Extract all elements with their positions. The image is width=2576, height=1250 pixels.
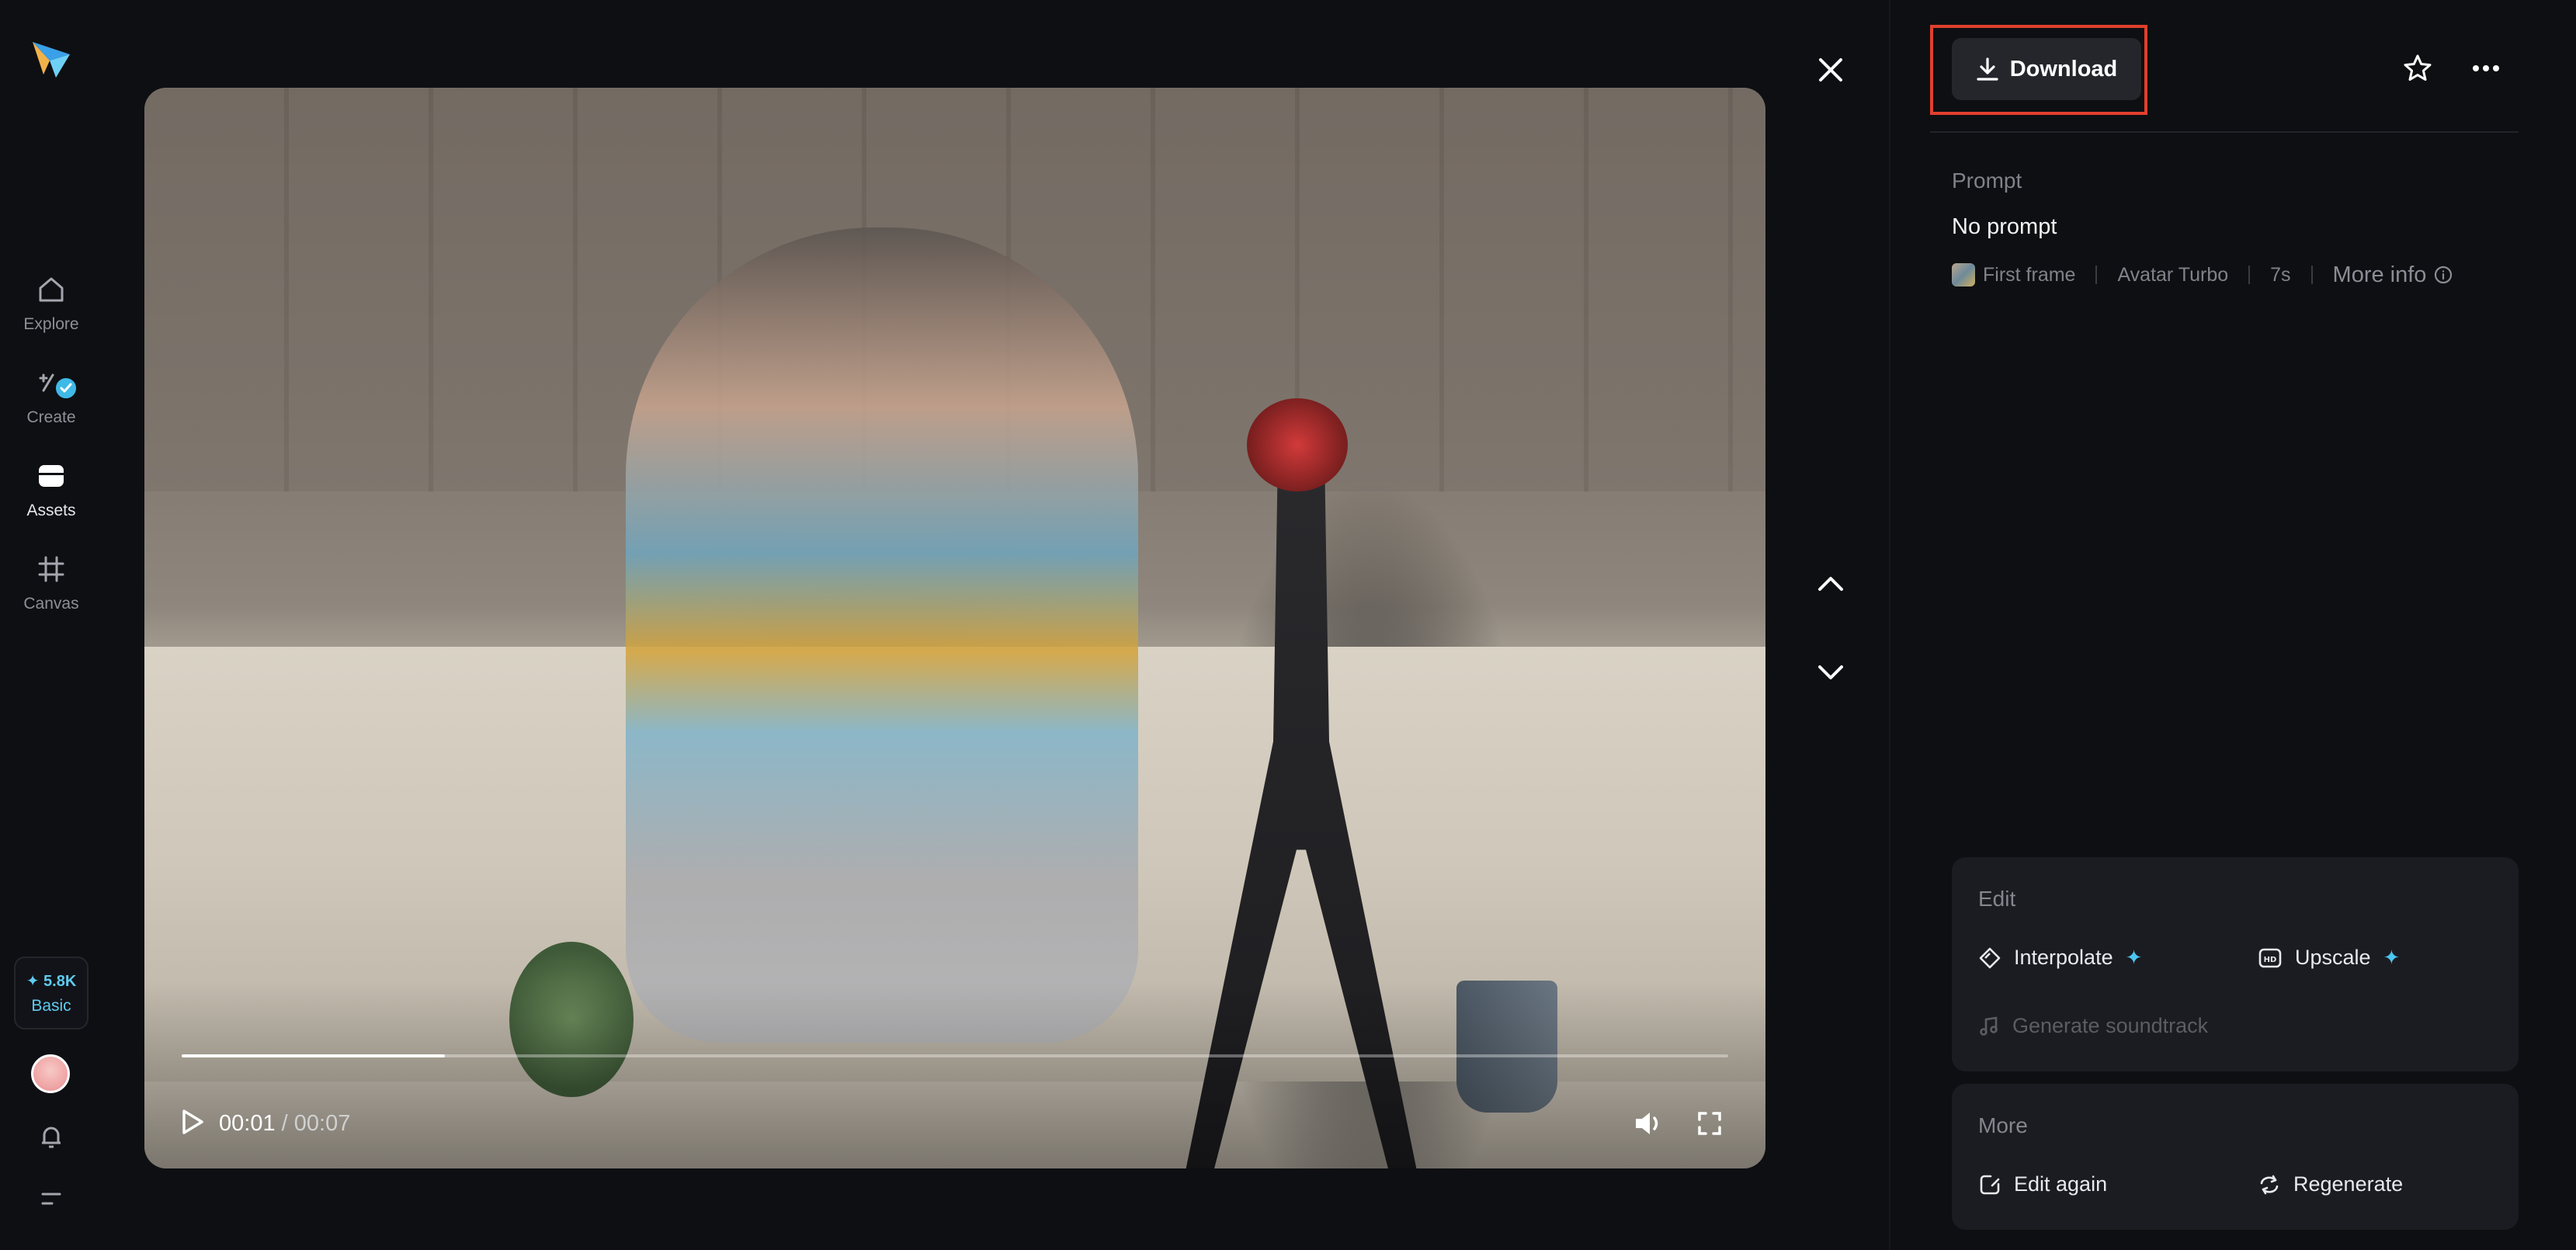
video-frame-mic (1247, 398, 1348, 491)
create-icon (33, 365, 78, 401)
close-button[interactable] (1809, 48, 1852, 92)
more-info-link[interactable]: More info (2333, 262, 2453, 288)
close-icon (1819, 58, 1842, 82)
video-player[interactable]: 00:01 / 00:07 (144, 88, 1765, 1168)
more-section-title: More (1978, 1113, 2028, 1137)
app-root: Explore Create Assets Canvas ✦ 5.8K Basi… (0, 0, 2576, 1250)
fullscreen-icon (1698, 1112, 1721, 1135)
check-badge-icon (54, 376, 78, 401)
bell-icon[interactable] (34, 1120, 68, 1154)
download-button[interactable]: Download (1952, 38, 2141, 100)
sidebar-item-explore[interactable]: Explore (0, 272, 102, 349)
panel-divider (1889, 0, 1890, 1250)
credits-amount: ✦ 5.8K (26, 972, 77, 990)
duration-label: 7s (2270, 263, 2291, 286)
edit-again-button[interactable]: Edit again (1978, 1172, 2107, 1196)
sidebar-item-label: Explore (23, 315, 79, 333)
header-divider (1930, 131, 2519, 133)
download-icon (1977, 57, 1998, 81)
model-label: Avatar Turbo (2117, 263, 2229, 286)
menu-icon[interactable] (34, 1182, 68, 1216)
upscale-button[interactable]: HD Upscale ✦ (2258, 946, 2400, 970)
more-card: More Edit again Regenerate (1952, 1084, 2519, 1230)
sidebar-item-label: Create (26, 408, 76, 426)
interpolate-icon (1979, 947, 2001, 968)
interpolate-button[interactable]: Interpolate ✦ (1978, 946, 2142, 970)
previous-item-button[interactable] (1809, 562, 1852, 606)
edit-again-icon (1980, 1175, 2000, 1194)
sidebar-item-canvas[interactable]: Canvas (0, 551, 102, 629)
regenerate-icon (2260, 1175, 2279, 1194)
first-frame-label: First frame (1983, 263, 2076, 286)
logo-icon[interactable] (30, 37, 73, 81)
ellipsis-icon (2473, 65, 2499, 71)
sidebar-item-create[interactable]: Create (0, 365, 102, 443)
video-timestamp: 00:01 / 00:07 (219, 1111, 350, 1137)
metadata-row: First frame Avatar Turbo 7s More info (1952, 261, 2453, 289)
generate-soundtrack-label: Generate soundtrack (2012, 1014, 2209, 1037)
volume-icon (1636, 1113, 1658, 1134)
svg-text:HD: HD (2264, 956, 2277, 964)
music-note-icon (1980, 1016, 1998, 1036)
interpolate-label: Interpolate (2014, 946, 2113, 969)
volume-button[interactable] (1630, 1106, 1668, 1141)
chevron-up-icon (1818, 577, 1843, 591)
current-time: 00:01 (219, 1111, 276, 1136)
download-label: Download (2009, 56, 2118, 82)
info-icon (2435, 266, 2453, 284)
video-frame-subject (626, 227, 1138, 1043)
left-sidebar: Explore Create Assets Canvas ✦ 5.8K Basi… (0, 0, 102, 1250)
fullscreen-button[interactable] (1692, 1106, 1727, 1141)
star-icon (2404, 54, 2432, 81)
edit-card: Edit Interpolate ✦ HD Upscale ✦ Generate… (1952, 857, 2519, 1071)
plan-label: Basic (31, 996, 71, 1015)
video-progress-fill (182, 1054, 445, 1057)
avatar[interactable] (31, 1054, 70, 1093)
prompt-text: No prompt (1952, 214, 2057, 239)
sparkle-icon: ✦ (2383, 946, 2401, 969)
next-item-button[interactable] (1809, 651, 1852, 694)
upscale-label: Upscale (2295, 946, 2371, 969)
meta-separator (2310, 266, 2313, 284)
favorite-button[interactable] (2396, 47, 2439, 90)
edit-again-label: Edit again (2014, 1172, 2108, 1196)
sparkle-icon: ✦ (2125, 946, 2143, 969)
play-icon (182, 1109, 203, 1134)
video-progress-bar[interactable] (182, 1054, 1728, 1057)
first-frame-thumbnail (1952, 263, 1975, 286)
more-info-label: More info (2332, 262, 2427, 287)
meta-separator (2095, 266, 2098, 284)
regenerate-button[interactable]: Regenerate (2258, 1172, 2403, 1196)
more-options-button[interactable] (2464, 47, 2508, 90)
edit-section-title: Edit (1978, 887, 2016, 911)
play-button[interactable] (175, 1105, 210, 1139)
hd-icon: HD (2258, 948, 2282, 967)
duration-time: / 00:07 (281, 1111, 351, 1136)
credits-badge[interactable]: ✦ 5.8K Basic (14, 957, 89, 1030)
video-controls-gradient (144, 982, 1765, 1168)
prompt-label: Prompt (1952, 168, 2022, 193)
home-icon (33, 272, 69, 307)
sidebar-item-assets[interactable]: Assets (0, 458, 102, 536)
sidebar-item-label: Assets (26, 502, 76, 519)
generate-soundtrack-button[interactable]: Generate soundtrack (1978, 1014, 2208, 1038)
meta-separator (2248, 266, 2251, 284)
chevron-down-icon (1818, 665, 1843, 679)
regenerate-label: Regenerate (2293, 1172, 2404, 1196)
sidebar-item-label: Canvas (23, 595, 79, 613)
crop-icon (33, 551, 69, 587)
folder-icon (33, 458, 69, 494)
